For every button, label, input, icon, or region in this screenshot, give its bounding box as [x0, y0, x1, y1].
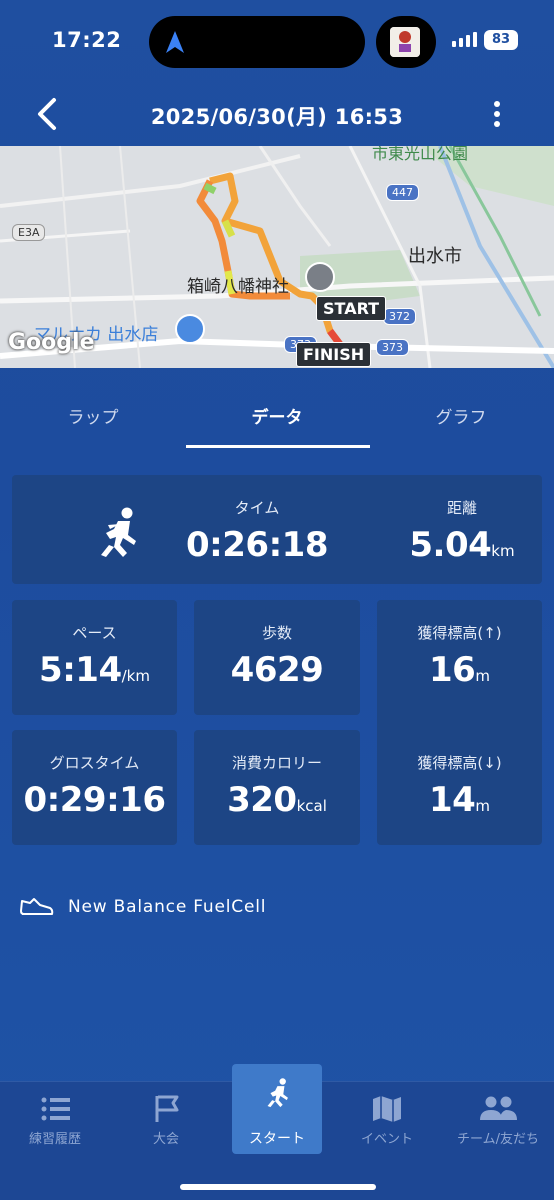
pace-value: 5:14/km — [39, 650, 150, 690]
elevation-up-unit: m — [475, 667, 490, 685]
nav-training-history-label: 練習履歴 — [28, 1132, 81, 1147]
gross-time-card: グロスタイム 0:29:16 — [12, 730, 177, 845]
elevation-card: 獲得標高(↑) 16m 獲得標高(↓) 14m — [377, 600, 542, 845]
nav-races-label: 大会 — [152, 1132, 179, 1147]
pace-card: ペース 5:14/km — [12, 600, 177, 715]
tab-data[interactable]: データ — [222, 403, 332, 428]
map-label-city: 出水市 — [408, 246, 462, 267]
home-indicator — [180, 1184, 376, 1190]
elevation-down-value: 14m — [429, 780, 490, 820]
distance-label: 距離 — [446, 499, 477, 517]
nav-start-label: スタート — [249, 1131, 305, 1147]
status-bar: 17:22 83 — [0, 0, 554, 84]
people-icon — [480, 1096, 517, 1120]
tab-graph[interactable]: グラフ — [406, 403, 516, 428]
calories-label: 消費カロリー — [231, 754, 322, 772]
nav-events[interactable]: イベント — [332, 1082, 442, 1172]
header: 2025/06/30(月) 16:53 — [0, 84, 554, 146]
app-badge-icon — [390, 27, 420, 57]
route-map[interactable]: 市東光山公園 箱崎八幡神社 出水市 マルナカ 出水店 E3A 447 372 3… — [0, 146, 554, 368]
shoe-name: New Balance FuelCell — [68, 897, 267, 917]
map-icon — [373, 1096, 401, 1122]
more-dots-icon — [494, 101, 500, 107]
distance-unit: km — [491, 542, 515, 560]
nav-team-friends-label: チーム/友だち — [457, 1132, 539, 1147]
tab-bar: ラップ データ グラフ — [0, 385, 554, 449]
elevation-up-label: 獲得標高(↑) — [417, 624, 502, 642]
bottom-navigation: 練習履歴 大会 スタート イベント チーム/友だち — [0, 1064, 554, 1200]
road-shield: 372 — [383, 308, 416, 325]
gross-time-value: 0:29:16 — [23, 780, 166, 820]
live-activity — [376, 16, 436, 68]
road-shield: 447 — [386, 184, 419, 201]
calories-value: 320kcal — [227, 780, 327, 820]
map-label-park: 市東光山公園 — [372, 146, 469, 163]
flag-icon — [155, 1095, 179, 1122]
running-icon — [267, 1078, 288, 1108]
shoe-icon — [20, 898, 54, 915]
steps-value: 4629 — [230, 650, 324, 690]
nav-start[interactable]: スタート — [232, 1064, 322, 1154]
finish-marker: FINISH — [296, 342, 372, 367]
google-logo: Google — [8, 330, 95, 355]
status-time: 17:22 — [52, 28, 122, 52]
more-options-button[interactable] — [487, 98, 507, 132]
start-marker: START — [316, 296, 387, 321]
running-icon — [101, 507, 136, 557]
elevation-down-unit: m — [475, 797, 490, 815]
steps-label: 歩数 — [261, 624, 292, 642]
elevation-down-label: 獲得標高(↓) — [417, 754, 502, 772]
nav-races[interactable]: 大会 — [111, 1082, 221, 1172]
active-tab-indicator — [186, 445, 370, 448]
calories-card: 消費カロリー 320kcal — [194, 730, 360, 845]
nav-events-label: イベント — [360, 1132, 413, 1147]
list-icon — [41, 1097, 70, 1121]
cellular-signal-icon — [452, 32, 477, 47]
battery-icon: 83 — [484, 30, 518, 50]
steps-card: 歩数 4629 — [194, 600, 360, 715]
road-shield-expressway: E3A — [12, 224, 46, 241]
time-label: タイム — [234, 499, 280, 517]
pace-unit: /km — [121, 667, 150, 685]
navigation-arrow-icon — [166, 31, 184, 53]
tab-laps[interactable]: ラップ — [38, 403, 148, 428]
page-title: 2025/06/30(月) 16:53 — [150, 105, 404, 129]
nav-team-friends[interactable]: チーム/友だち — [442, 1082, 554, 1172]
pace-label: ペース — [72, 624, 117, 642]
calories-unit: kcal — [296, 797, 327, 815]
gross-time-label: グロスタイム — [49, 754, 140, 772]
shoe-row[interactable]: New Balance FuelCell — [20, 895, 266, 919]
dynamic-island — [149, 16, 365, 68]
elevation-up-value: 16m — [429, 650, 490, 690]
map-label-shrine: 箱崎八幡神社 — [187, 277, 289, 297]
time-value: 0:26:18 — [186, 525, 328, 565]
road-shield: 373 — [376, 339, 409, 356]
distance-value: 5.04km — [409, 525, 515, 565]
summary-card: タイム 0:26:18 距離 5.04km — [12, 475, 542, 584]
nav-training-history[interactable]: 練習履歴 — [0, 1082, 110, 1172]
